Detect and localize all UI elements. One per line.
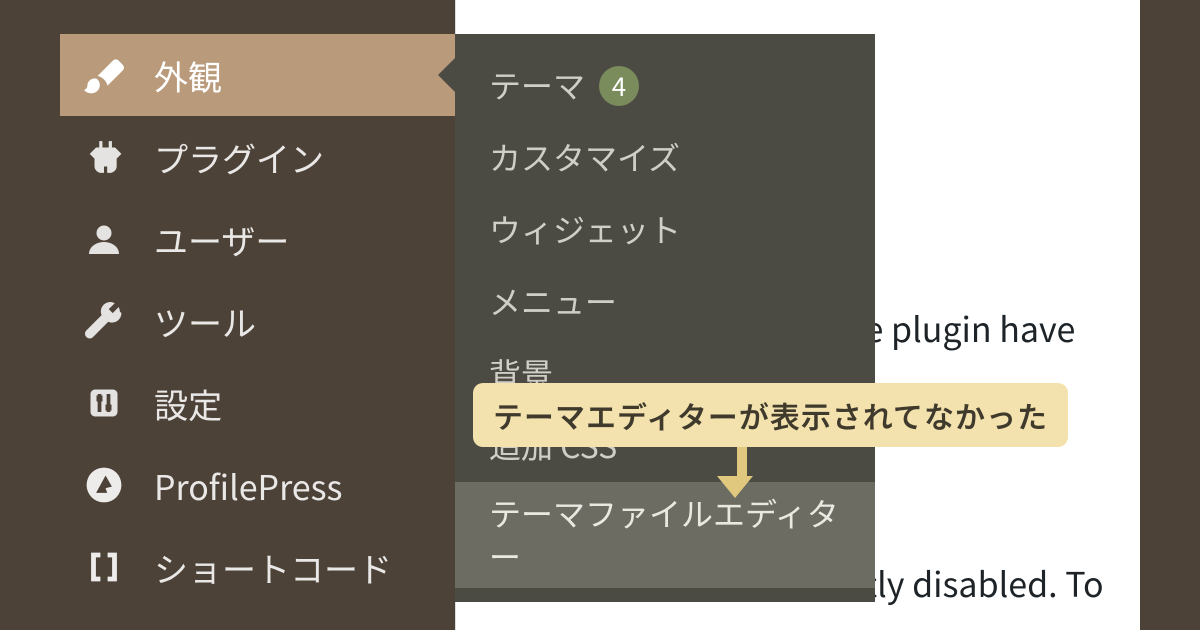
user-icon	[84, 219, 124, 259]
sidebar-item-users[interactable]: ユーザー	[60, 198, 455, 280]
submenu-item-label: ウィジェット	[489, 208, 681, 251]
sidebar-item-label: プラグイン	[154, 133, 324, 182]
shortcode-icon	[84, 547, 124, 587]
submenu-item-widgets[interactable]: ウィジェット	[455, 194, 875, 266]
update-count-badge: 4	[599, 66, 639, 106]
sidebar-item-label: ツール	[154, 297, 256, 346]
annotation-callout: テーマエディターが表示されてなかった	[473, 383, 1068, 447]
admin-sidebar: 外観 プラグイン ユーザー ツール 設定	[60, 0, 455, 630]
brush-icon	[84, 55, 124, 95]
appearance-submenu: テーマ 4 カスタマイズ ウィジェット メニュー 背景 追加 CSS テーマファ…	[455, 34, 875, 602]
submenu-item-menus[interactable]: メニュー	[455, 266, 875, 338]
sidebar-item-label: ユーザー	[154, 215, 289, 264]
sidebar-item-label: 外観	[154, 51, 222, 100]
wrench-icon	[84, 301, 124, 341]
frame-pad-right	[1140, 0, 1200, 630]
sidebar-item-label: 設定	[154, 379, 222, 428]
frame-pad-left	[0, 0, 60, 630]
pp-icon	[84, 465, 124, 505]
submenu-item-label: メニュー	[489, 280, 617, 323]
sidebar-item-plugins[interactable]: プラグイン	[60, 116, 455, 198]
submenu-item-theme-file-editor[interactable]: テーマファイルエディター	[455, 482, 875, 588]
annotation-text: テーマエディターが表示されてなかった	[493, 393, 1048, 437]
sidebar-item-tools[interactable]: ツール	[60, 280, 455, 362]
sidebar-item-appearance[interactable]: 外観	[60, 34, 455, 116]
sidebar-item-shortcodes[interactable]: ショートコード	[60, 526, 455, 608]
sidebar-item-profilepress[interactable]: ProfilePress	[60, 444, 455, 526]
sliders-icon	[84, 383, 124, 423]
submenu-item-label: テーマ	[489, 64, 585, 107]
sidebar-item-label: ショートコード	[154, 543, 392, 592]
submenu-item-label: テーマファイルエディター	[489, 492, 841, 578]
submenu-item-customize[interactable]: カスタマイズ	[455, 122, 875, 194]
submenu-item-label: カスタマイズ	[489, 136, 680, 179]
plugin-icon	[84, 137, 124, 177]
sidebar-item-settings[interactable]: 設定	[60, 362, 455, 444]
submenu-item-themes[interactable]: テーマ 4	[455, 50, 875, 122]
sidebar-item-label: ProfilePress	[154, 461, 342, 510]
